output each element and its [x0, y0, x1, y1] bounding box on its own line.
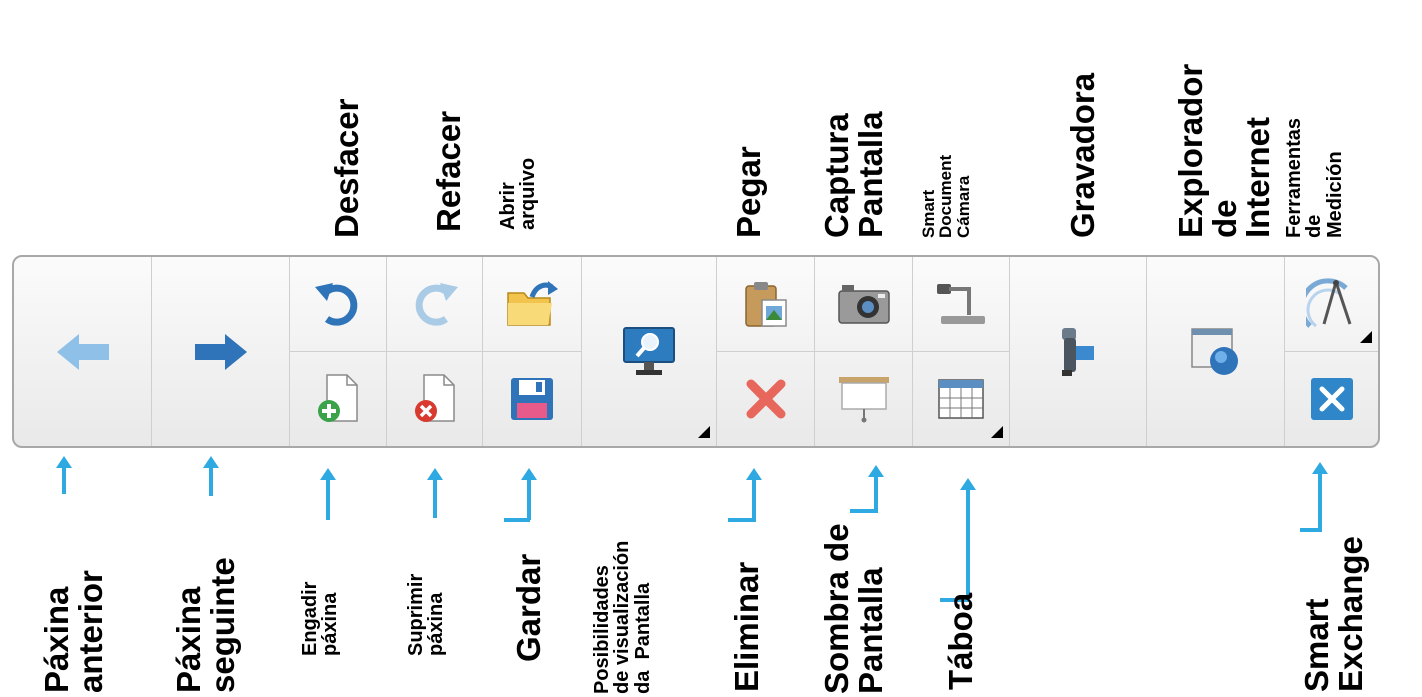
video-recorder-icon: [1058, 326, 1098, 378]
pointer-arrow-connector: [1300, 528, 1322, 532]
measurement-tools-button[interactable]: [1285, 257, 1378, 351]
label-smart-exchange: Smart Exchange: [1298, 536, 1369, 692]
pointer-arrow: [960, 478, 976, 600]
add-page-icon: [315, 373, 361, 425]
paste-icon: [744, 280, 788, 328]
pointer-arrow: [1312, 462, 1328, 530]
label-gravadora: Gravadora: [1064, 72, 1101, 238]
open-file-button[interactable]: [483, 257, 581, 351]
arrow-left-icon: [56, 333, 109, 370]
label-paxina-seguinte: Páxina seguinte: [170, 557, 241, 693]
compass-icon: [1305, 278, 1358, 330]
label-gardar: Gardar: [510, 553, 547, 662]
delete-button[interactable]: [717, 352, 814, 446]
label-taboa: Táboa: [942, 592, 979, 690]
label-abrir-arquivo: Abrir arquivo: [497, 157, 540, 230]
undo-icon: [313, 279, 363, 329]
label-sombra-pantalla: Sombra de Pantalla: [818, 523, 889, 694]
table-icon: [938, 379, 984, 419]
pointer-arrow-connector: [504, 518, 530, 522]
label-pegar: Pegar: [730, 146, 767, 238]
label-refacer: Refacer: [430, 110, 467, 232]
internet-browser-icon: [1190, 327, 1242, 377]
save-icon: [510, 377, 554, 421]
smart-exchange-icon: [1310, 377, 1354, 421]
dropdown-corner-indicator: [991, 426, 1003, 438]
monitor-zoom-icon: [622, 326, 676, 378]
view-screen-options-button[interactable]: [582, 257, 716, 446]
smart-exchange-button[interactable]: [1285, 352, 1378, 446]
dropdown-corner-indicator: [698, 426, 710, 438]
label-paxina-anterior: Páxina anterior: [38, 570, 109, 693]
table-button[interactable]: [913, 352, 1009, 446]
label-eliminar: Eliminar: [728, 561, 765, 692]
label-posibilidades-visualizacion: Posibilidades de visualización da Pantal…: [591, 540, 654, 694]
label-ferramentas-medicion: Ferramentas de Medición: [1283, 117, 1346, 238]
pointer-arrow: [521, 468, 537, 520]
internet-browser-button[interactable]: [1147, 257, 1284, 446]
pointer-arrow: [746, 468, 762, 520]
add-page-button[interactable]: [290, 352, 386, 446]
document-camera-button[interactable]: [913, 257, 1009, 351]
label-engadir-paxina: Engadir páxina: [299, 581, 342, 656]
folder-open-icon: [506, 281, 558, 327]
label-desfacer: Desfacer: [328, 98, 365, 238]
document-camera-icon: [935, 280, 987, 328]
camera-icon: [837, 283, 890, 325]
screen-capture-button[interactable]: [815, 257, 912, 351]
save-button[interactable]: [483, 352, 581, 446]
pointer-arrow: [427, 468, 443, 518]
dropdown-corner-indicator: [1360, 331, 1372, 343]
delete-page-icon: [412, 373, 458, 425]
smart-toolbar: [12, 255, 1380, 448]
redo-icon: [410, 279, 460, 329]
label-explorador-internet: Explorador de Internet: [1172, 63, 1277, 238]
projection-screen-icon: [838, 375, 890, 423]
recorder-button[interactable]: [1010, 257, 1146, 446]
pointer-arrow: [203, 456, 219, 496]
next-page-button[interactable]: [152, 257, 289, 446]
label-suprimir-paxina: Suprimir páxina: [405, 573, 448, 656]
screen-shade-button[interactable]: [815, 352, 912, 446]
undo-button[interactable]: [290, 257, 386, 351]
delete-x-icon: [745, 378, 787, 420]
pointer-arrow: [868, 465, 884, 511]
pointer-arrow-connector: [850, 509, 878, 513]
prev-page-button[interactable]: [14, 257, 151, 446]
arrow-right-icon: [194, 333, 247, 370]
label-captura-pantalla: Captura Pantalla: [818, 111, 889, 238]
pointer-arrow-connector: [728, 518, 756, 522]
delete-page-button[interactable]: [387, 352, 482, 446]
redo-button[interactable]: [387, 257, 482, 351]
label-smart-document-camara: Smart Document Cámara: [919, 154, 973, 238]
paste-button[interactable]: [717, 257, 814, 351]
pointer-arrow: [320, 468, 336, 520]
pointer-arrow: [56, 456, 72, 494]
